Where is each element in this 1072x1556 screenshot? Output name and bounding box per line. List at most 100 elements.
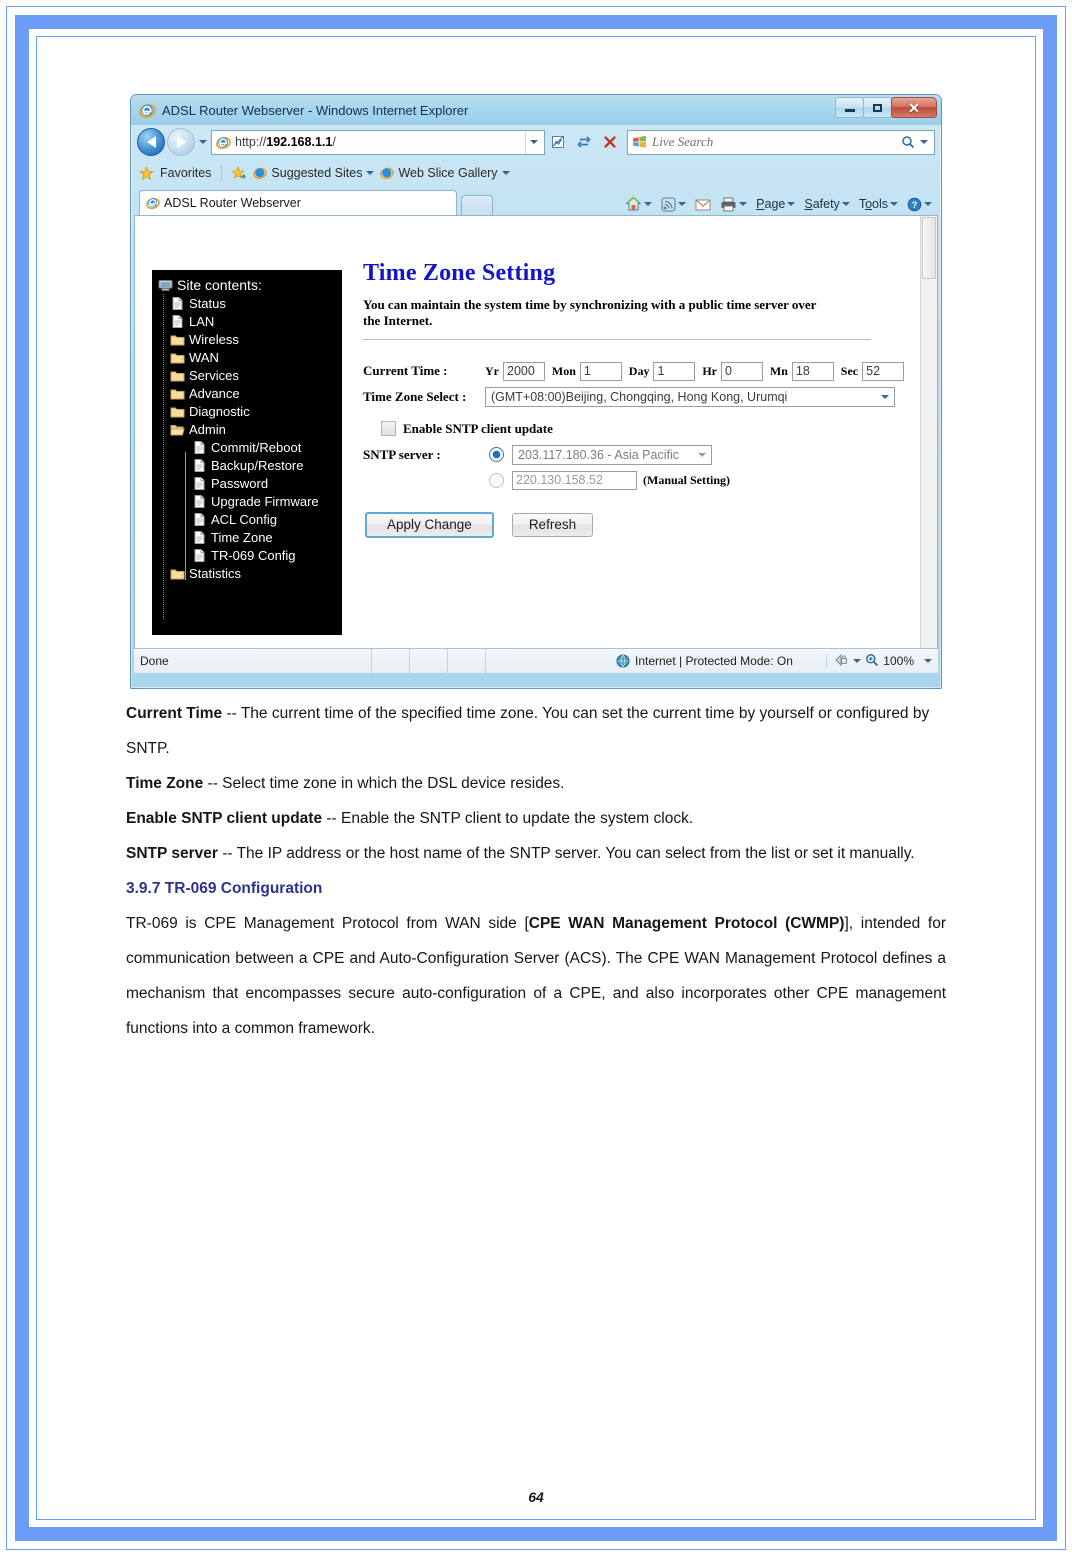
sntp-preset-select[interactable]: 203.117.180.36 - Asia Pacific: [512, 444, 712, 465]
page-number: 64: [528, 1489, 544, 1505]
tree-item-lan[interactable]: LAN: [156, 312, 342, 330]
page-icon: [192, 548, 207, 563]
tree-item-services[interactable]: Services: [156, 366, 342, 384]
tools-menu-label: Tools: [858, 197, 888, 211]
status-pad: [410, 649, 448, 673]
day-input[interactable]: 1: [653, 361, 696, 381]
tree-item-time-zone[interactable]: Time Zone: [156, 528, 342, 546]
sntp-server-preset-row: SNTP server : 203.117.180.36 - Asia Paci…: [363, 444, 911, 465]
status-text: Done: [134, 649, 372, 673]
tree-item-advance[interactable]: Advance: [156, 384, 342, 402]
paragraph-enable-sntp: Enable SNTP client update -- Enable the …: [126, 801, 946, 836]
page-icon: [192, 458, 207, 473]
month-label: Mon: [551, 363, 576, 378]
refresh-button[interactable]: [571, 130, 597, 155]
search-placeholder: Live Search: [652, 134, 714, 149]
current-time-label: Current Time :: [363, 363, 448, 379]
tree-item-acl-config[interactable]: ACL Config: [156, 510, 342, 528]
manual-setting-note: (Manual Setting): [643, 472, 730, 487]
time-zone-select[interactable]: (GMT+08:00)Beijing, Chongqing, Hong Kong…: [485, 386, 895, 407]
minimize-button[interactable]: [835, 97, 864, 118]
tree-item-wireless[interactable]: Wireless: [156, 330, 342, 348]
zoom-controls: 100%: [827, 653, 938, 670]
help-button[interactable]: ?: [904, 196, 935, 213]
vertical-scrollbar[interactable]: [920, 216, 937, 648]
month-input[interactable]: 1: [579, 361, 622, 381]
new-tab-button[interactable]: [461, 195, 493, 215]
arrow-left-icon: [146, 136, 156, 148]
chevron-down-icon[interactable]: [924, 659, 932, 663]
tree-item-backup-restore[interactable]: Backup/Restore: [156, 456, 342, 474]
enable-sntp-label: Enable SNTP client update: [403, 420, 553, 436]
apply-change-button[interactable]: Apply Change: [365, 511, 494, 538]
tree-root-label: Site contents:: [177, 277, 262, 293]
year-input[interactable]: 2000: [503, 361, 545, 381]
scrollbar-thumb[interactable]: [922, 217, 936, 279]
compatibility-view-button[interactable]: [545, 130, 571, 155]
tree-item-commit-reboot[interactable]: Commit/Reboot: [156, 438, 342, 456]
tree-item-label: Statistics: [189, 565, 242, 581]
tree-item-diagnostic[interactable]: Diagnostic: [156, 402, 342, 420]
chevron-down-icon[interactable]: [853, 659, 862, 663]
security-zone[interactable]: Internet | Protected Mode: On: [486, 654, 828, 668]
chevron-down-icon: [678, 202, 687, 206]
zoom-icon[interactable]: [865, 653, 879, 670]
site-contents-tree: Site contents: Status LAN Wireless WAN S…: [152, 270, 342, 635]
search-icon[interactable]: [900, 135, 916, 149]
tree-item-label: Advance: [189, 385, 240, 401]
document-body: Current Time -- The current time of the …: [126, 696, 946, 1046]
page-menu-button[interactable]: Page: [753, 196, 798, 212]
sntp-manual-input[interactable]: 220.130.158.52: [512, 470, 637, 490]
tree-root: Site contents:: [156, 276, 342, 294]
hour-input[interactable]: 0: [721, 361, 763, 381]
search-provider-dropdown[interactable]: [916, 140, 932, 144]
recent-pages-button[interactable]: [195, 140, 211, 144]
time-zone-selected-value: (GMT+08:00)Beijing, Chongqing, Hong Kong…: [491, 389, 788, 404]
close-button[interactable]: ✕: [891, 97, 937, 118]
sntp-manual-radio[interactable]: [489, 472, 504, 488]
favorites-add-icon[interactable]: [232, 165, 247, 181]
web-slice-gallery-item[interactable]: Web Slice Gallery: [380, 166, 510, 180]
minute-input[interactable]: 18: [791, 361, 834, 381]
enable-sntp-row[interactable]: Enable SNTP client update: [381, 421, 911, 437]
suggested-sites-item[interactable]: Suggested Sites: [253, 166, 375, 180]
maximize-button[interactable]: [863, 97, 892, 118]
address-bar[interactable]: http://192.168.1.1/: [211, 129, 545, 155]
tree-item-password[interactable]: Password: [156, 474, 342, 492]
globe-icon: [616, 654, 630, 668]
second-input[interactable]: 52: [862, 361, 905, 381]
tr069-bold-term: CPE WAN Management Protocol (CWMP): [528, 915, 845, 932]
tools-menu-button[interactable]: Tools: [856, 196, 901, 212]
address-dropdown-button[interactable]: [525, 130, 542, 154]
feeds-button[interactable]: [658, 196, 689, 213]
tree-item-tr069-config[interactable]: TR-069 Config: [156, 546, 342, 564]
term-enable-sntp: Enable SNTP client update: [126, 810, 323, 827]
browser-titlebar: ADSL Router Webserver - Windows Internet…: [131, 95, 941, 125]
tab-adsl-router-webserver[interactable]: ADSL Router Webserver: [139, 190, 457, 215]
chevron-down-icon: [890, 202, 898, 206]
stop-button[interactable]: [597, 130, 623, 155]
tree-item-statistics[interactable]: Statistics: [156, 564, 342, 582]
page-icon: [192, 440, 207, 455]
enable-sntp-checkbox[interactable]: [381, 421, 396, 437]
sntp-preset-radio[interactable]: [489, 447, 504, 463]
tree-item-admin[interactable]: Admin: [156, 420, 342, 438]
tree-item-status[interactable]: Status: [156, 294, 342, 312]
mail-button[interactable]: [692, 197, 714, 212]
safety-menu-button[interactable]: Safety: [801, 196, 852, 212]
search-box[interactable]: Live Search: [627, 129, 935, 155]
day-label: Day: [628, 363, 650, 378]
privacy-icon[interactable]: [833, 653, 849, 670]
back-button[interactable]: [137, 128, 165, 156]
minute-label: Mn: [769, 363, 788, 378]
sntp-server-manual-row: 220.130.158.52 (Manual Setting): [363, 470, 911, 490]
tree-item-wan[interactable]: WAN: [156, 348, 342, 366]
tree-item-upgrade-firmware[interactable]: Upgrade Firmware: [156, 492, 342, 510]
page-icon: [192, 530, 207, 545]
forward-button[interactable]: [167, 128, 195, 156]
paragraph-tr069-body: TR-069 is CPE Management Protocol from W…: [126, 906, 946, 1046]
print-button[interactable]: [717, 196, 750, 213]
refresh-button[interactable]: Refresh: [511, 512, 594, 537]
favorites-label[interactable]: Favorites: [160, 166, 211, 180]
home-button[interactable]: [622, 195, 655, 213]
